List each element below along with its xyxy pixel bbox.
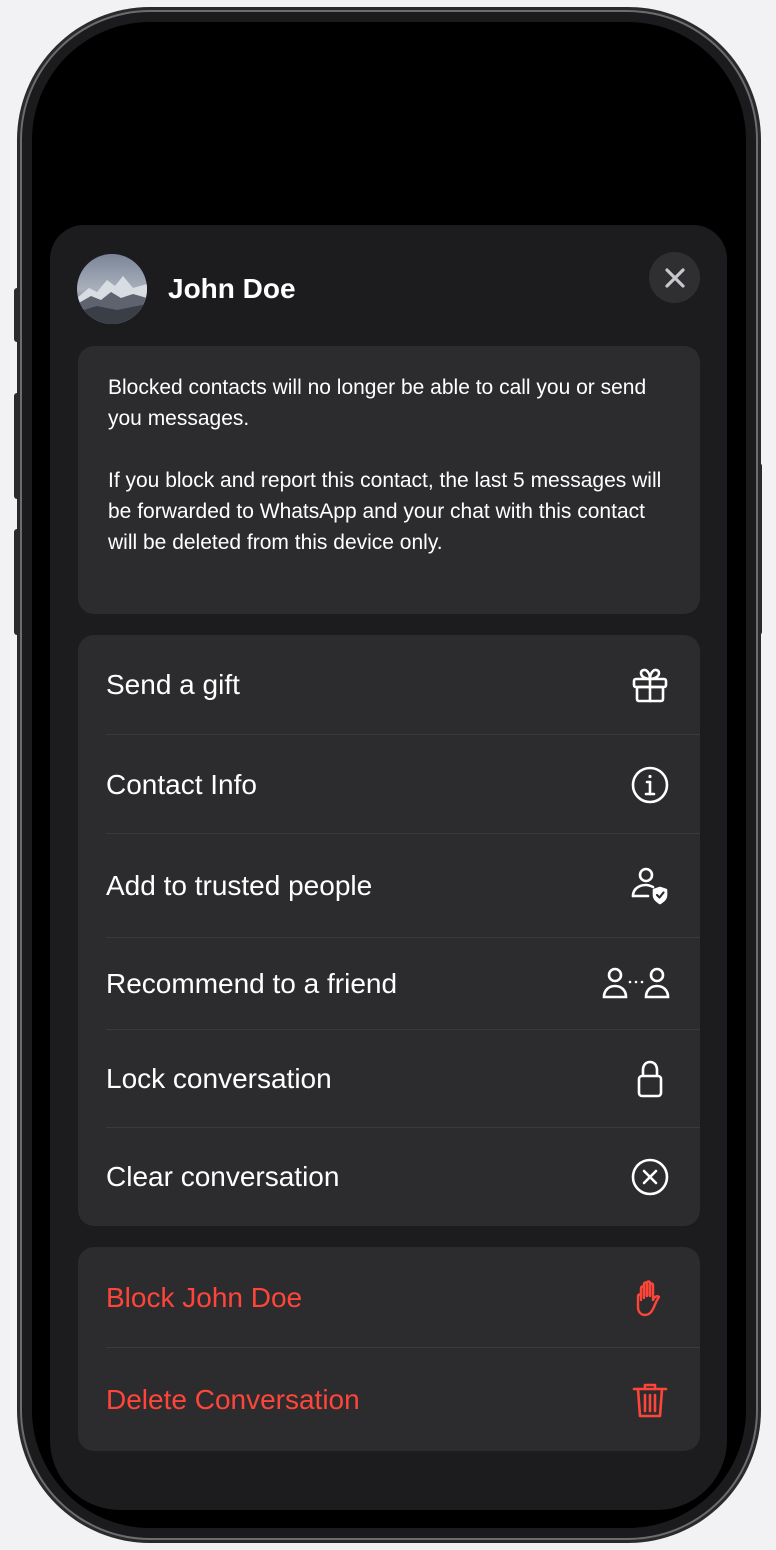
menu-item-lock-conversation[interactable]: Lock conversation (78, 1030, 700, 1128)
avatar[interactable] (77, 254, 147, 324)
contact-name: John Doe (168, 273, 296, 304)
silent-switch (14, 288, 22, 342)
menu-item-send-gift[interactable]: Send a gift (78, 635, 700, 735)
menu-item-label: Lock conversation (106, 1063, 332, 1094)
menu-item-recommend-friend[interactable]: Recommend to a friend (78, 938, 700, 1030)
sheet-header: John Doe (50, 225, 727, 345)
menu-item-label: Block John Doe (106, 1281, 303, 1313)
menu-item-label: Contact Info (106, 768, 257, 800)
close-icon (664, 267, 685, 288)
avatar-image (77, 254, 147, 324)
block-info-card: Blocked contacts will no longer be able … (78, 346, 700, 614)
menu-item-label: Send a gift (106, 669, 240, 700)
person-shield-icon (630, 866, 670, 906)
contact-action-sheet: John Doe Blocked contacts will no longer… (50, 225, 727, 1510)
menu-item-label: Add to trusted people (106, 870, 373, 901)
share-contact-icon (602, 964, 670, 1004)
menu-item-delete-conversation[interactable]: Delete Conversation (78, 1348, 700, 1451)
menu-item-add-trusted-people[interactable]: Add to trusted people (78, 834, 700, 938)
menu-item-label: Delete Conversation (106, 1383, 360, 1415)
menu-item-clear-conversation[interactable]: Clear conversation (78, 1128, 700, 1226)
x-circle-icon (630, 1157, 670, 1197)
menu-item-contact-info[interactable]: Contact Info (78, 735, 700, 834)
volume-up-button (14, 393, 22, 499)
gift-icon (630, 665, 670, 705)
trash-icon (630, 1380, 670, 1420)
destructive-actions-group: Block John Doe Delete Conversation (78, 1247, 700, 1451)
info-paragraph-2: If you block and report this contact, th… (108, 469, 662, 554)
hand-raised-icon (630, 1278, 670, 1318)
info-circle-icon (630, 765, 670, 805)
menu-item-block-contact[interactable]: Block John Doe (78, 1247, 700, 1348)
lock-icon (630, 1059, 670, 1099)
actions-group: Send a gift Contact Info Add to trusted … (78, 635, 700, 1226)
menu-item-label: Recommend to a friend (106, 968, 398, 999)
menu-item-label: Clear conversation (106, 1161, 340, 1192)
volume-down-button (14, 529, 22, 635)
close-button[interactable] (649, 252, 700, 303)
info-paragraph-1: Blocked contacts will no longer be able … (108, 376, 647, 430)
